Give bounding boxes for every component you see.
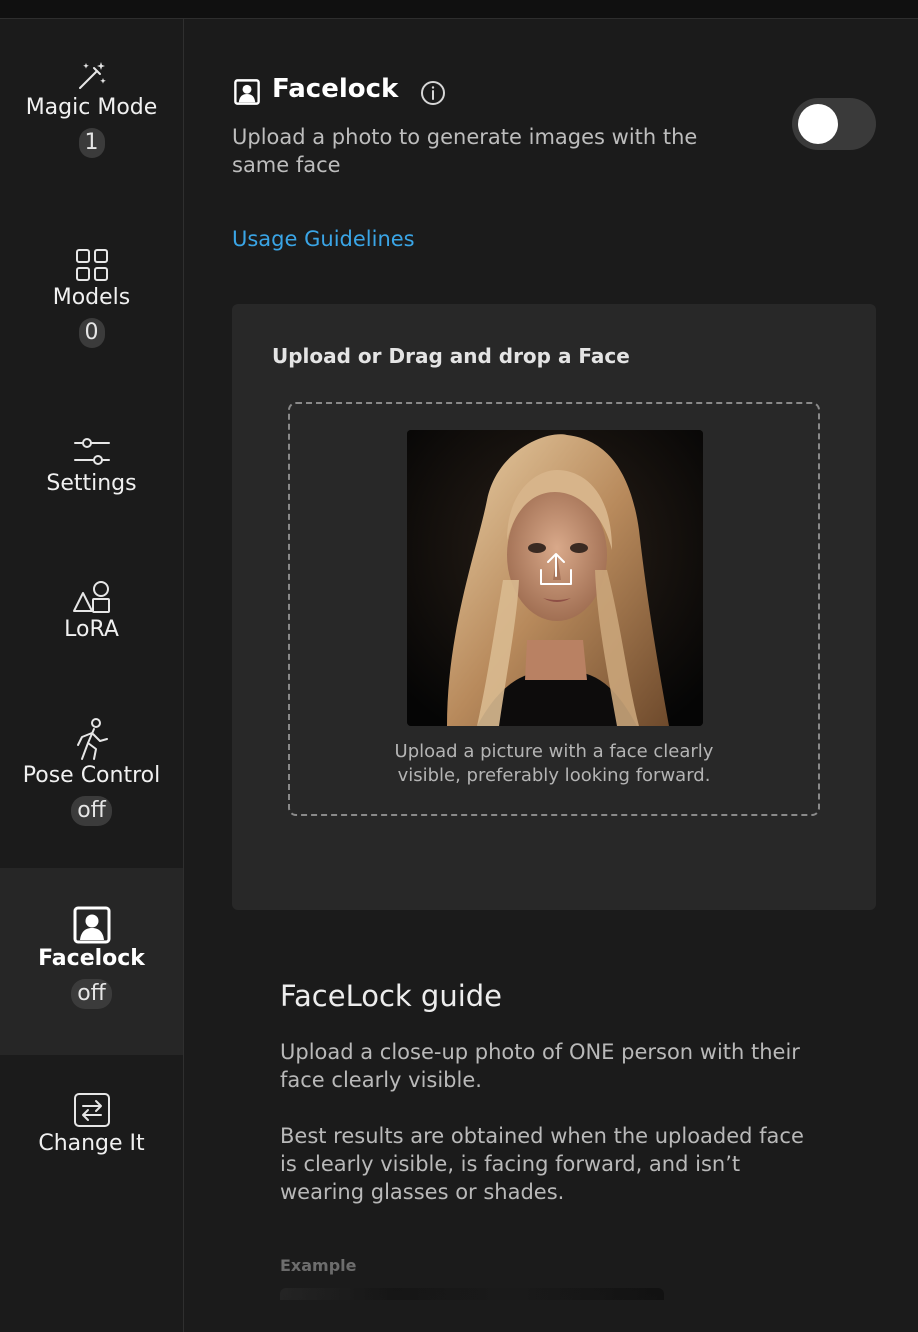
sidebar-item-change-it[interactable]: Change It bbox=[0, 1091, 183, 1211]
sidebar-item-label: Pose Control bbox=[22, 763, 161, 788]
grid-icon bbox=[75, 249, 108, 281]
top-bar bbox=[0, 0, 918, 19]
sidebar-item-label: Models bbox=[52, 285, 131, 310]
sidebar: Magic Mode 1 Models 0 Settings LoRA Pose… bbox=[0, 19, 184, 1332]
sidebar-item-models[interactable]: Models 0 bbox=[0, 247, 183, 397]
upload-hint: Upload a picture with a face clearly vis… bbox=[290, 740, 818, 788]
sidebar-item-label: Facelock bbox=[38, 946, 145, 971]
page-title: Facelock bbox=[272, 74, 399, 104]
status-badge: off bbox=[71, 979, 112, 1009]
shapes-icon bbox=[72, 581, 110, 613]
facelock-toggle[interactable] bbox=[792, 98, 876, 150]
sidebar-item-label: Settings bbox=[46, 471, 137, 496]
count-badge: 0 bbox=[78, 318, 105, 348]
face-photo-illustration bbox=[407, 430, 703, 726]
walking-person-icon bbox=[76, 718, 108, 760]
facelock-panel: Facelock Upload a photo to generate imag… bbox=[184, 19, 918, 1332]
sidebar-item-label: LoRA bbox=[64, 617, 119, 642]
portrait-icon bbox=[234, 79, 260, 105]
usage-guidelines-link[interactable]: Usage Guidelines bbox=[232, 227, 415, 251]
upload-hint-line: visible, preferably looking forward. bbox=[397, 765, 711, 786]
example-label: Example bbox=[280, 1256, 357, 1275]
sidebar-item-lora[interactable]: LoRA bbox=[0, 579, 183, 689]
guide-paragraph: Best results are obtained when the uploa… bbox=[280, 1124, 804, 1204]
face-photo bbox=[407, 430, 703, 726]
magic-wand-icon bbox=[78, 62, 106, 89]
guide-title: FaceLock guide bbox=[280, 979, 503, 1013]
sidebar-item-facelock[interactable]: Facelock off bbox=[0, 868, 183, 1055]
example-image bbox=[280, 1288, 664, 1300]
portrait-icon bbox=[73, 906, 110, 944]
guide-paragraph: Upload a close-up photo of ONE person wi… bbox=[280, 1040, 800, 1092]
sidebar-item-magic-mode[interactable]: Magic Mode 1 bbox=[0, 59, 183, 209]
page-subtitle: Upload a photo to generate images with t… bbox=[232, 125, 698, 177]
info-icon[interactable] bbox=[420, 80, 446, 106]
upload-title: Upload or Drag and drop a Face bbox=[272, 344, 630, 368]
count-badge: 1 bbox=[78, 128, 105, 158]
sidebar-item-label: Change It bbox=[38, 1131, 145, 1156]
sliders-icon bbox=[73, 438, 110, 465]
status-badge: off bbox=[71, 796, 112, 826]
sidebar-item-label: Magic Mode bbox=[25, 95, 158, 120]
upload-card: Upload or Drag and drop a Face Upload a … bbox=[232, 304, 876, 910]
upload-hint-line: Upload a picture with a face clearly bbox=[394, 741, 714, 762]
sidebar-item-settings[interactable]: Settings bbox=[0, 433, 183, 543]
swap-arrows-icon bbox=[73, 1093, 110, 1127]
face-dropzone[interactable]: Upload a picture with a face clearly vis… bbox=[288, 402, 820, 816]
sidebar-item-pose-control[interactable]: Pose Control off bbox=[0, 717, 183, 847]
toggle-knob bbox=[798, 104, 838, 144]
